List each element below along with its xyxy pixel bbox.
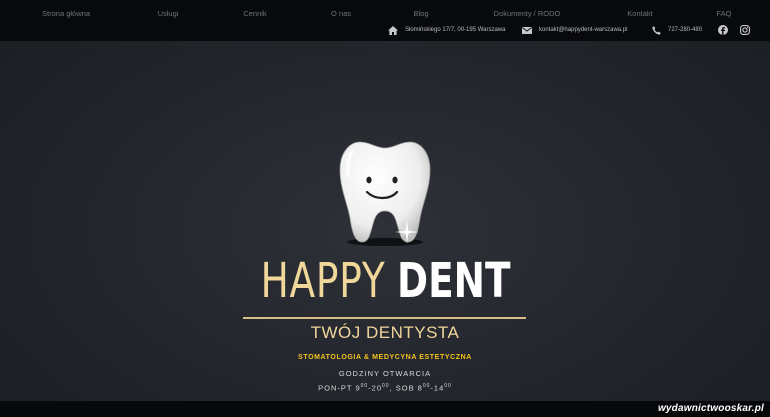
address-info: Słomińskiego 17/7, 00-195 Warszawa [388,22,506,38]
hours-saturday-close-min: 00 [444,383,452,389]
hours-weekday-to: -20 [368,383,383,393]
specialty-text: STOMATOLOGIA & MEDYCYNA ESTETYCZNA [298,354,472,361]
hero-background: Strona główna Usługi Cennik O nas Blog D… [0,0,770,417]
subtitle: TWÓJ DENTYSTA [310,323,460,342]
phone-icon [652,25,661,35]
address-text: Słomińskiego 17/7, 00-195 Warszawa [405,27,506,33]
nav-item-contact[interactable]: Kontakt [627,9,652,18]
watermark-text: wydawnictwooskar.pl [657,403,764,414]
brand-happy: HAPPY [260,253,386,309]
instagram-icon[interactable] [740,25,750,35]
nav-item-pricing[interactable]: Cennik [243,9,266,18]
brand-logo-text: HAPPY DENT [0,253,770,309]
nav-item-documents[interactable]: Dokumenty / RODO [494,9,561,18]
facebook-icon[interactable] [718,25,728,35]
contact-row: Słomińskiego 17/7, 00-195 Warszawa konta… [0,22,770,38]
hours-weekday-close-min: 00 [382,383,390,389]
top-bar: Strona główna Usługi Cennik O nas Blog D… [0,0,770,41]
nav-item-blog[interactable]: Blog [413,9,428,18]
envelope-icon [522,26,532,34]
phone-link[interactable]: 727-280-480 [668,27,702,33]
brand-dent: DENT [397,253,511,309]
tooth-logo-icon [339,141,431,246]
opening-hours: PON-PT 900-2000, SOB 800-1400 [0,383,770,393]
opening-hours-label: GODZINY OTWARCIA [338,369,432,378]
nav-item-about[interactable]: O nas [331,9,351,18]
nav-item-faq[interactable]: FAQ [716,9,731,18]
hours-saturday-to: -14 [430,383,445,393]
nav-item-home[interactable]: Strona główna [42,9,90,18]
bottom-bar [0,401,770,417]
home-icon [388,25,398,35]
nav-item-services[interactable]: Usługi [158,9,179,18]
email-info[interactable]: kontakt@happydent-warszawa.pl [522,22,627,38]
hours-saturday-prefix: , SOB 8 [389,383,423,393]
email-link[interactable]: kontakt@happydent-warszawa.pl [539,27,627,33]
phone-info[interactable]: 727-280-480 [652,22,702,38]
hours-weekday-prefix: PON-PT 9 [318,383,361,393]
divider-line [243,317,526,319]
